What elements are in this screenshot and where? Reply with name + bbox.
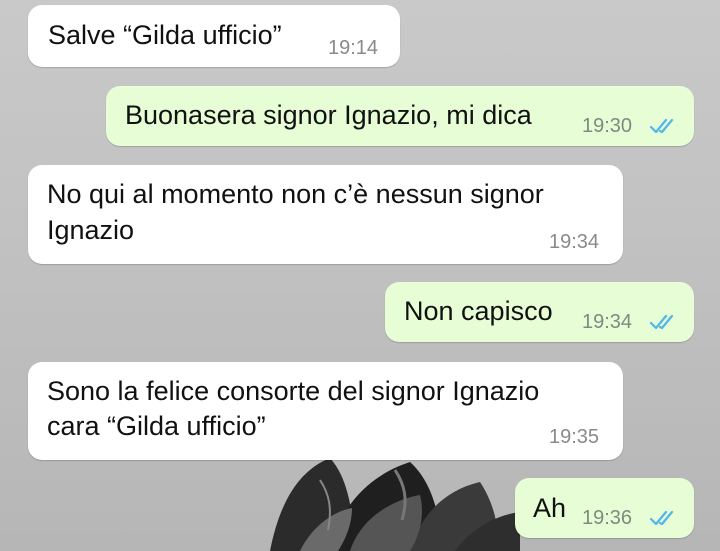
message-text: Salve “Gilda ufficio”	[48, 20, 282, 50]
message-outgoing[interactable]: Ah 19:36	[515, 478, 694, 538]
message-text-line: No qui al momento non c’è nessun signor	[47, 179, 544, 209]
message-timestamp: 19:34	[549, 231, 600, 253]
message-incoming[interactable]: No qui al momento non c’è nessun signor …	[28, 165, 623, 264]
dark-flower-wallpaper	[270, 458, 520, 551]
message-outgoing[interactable]: Buonasera signor Ignazio, mi dica 19:30	[106, 86, 694, 146]
chat-wallpaper	[270, 458, 520, 551]
message-text-line: cara “Gilda ufficio”	[47, 411, 266, 441]
double-check-icon	[649, 510, 674, 526]
message-timestamp: 19:30	[582, 115, 633, 137]
message-text-line: Sono la felice consorte del signor Ignaz…	[47, 376, 540, 406]
message-timestamp: 19:36	[582, 507, 633, 529]
message-text-line: Ignazio	[47, 215, 135, 245]
message-incoming[interactable]: Sono la felice consorte del signor Ignaz…	[28, 362, 623, 460]
message-timestamp: 19:34	[582, 311, 633, 333]
message-timestamp: 19:35	[549, 426, 600, 448]
message-outgoing[interactable]: Non capisco 19:34	[385, 282, 694, 342]
message-text: Ah	[533, 493, 567, 523]
message-timestamp: 19:14	[328, 37, 379, 59]
double-check-icon	[649, 314, 674, 330]
message-text: Buonasera signor Ignazio, mi dica	[125, 100, 532, 130]
message-text: Non capisco	[404, 296, 553, 326]
double-check-icon	[649, 118, 674, 134]
message-incoming[interactable]: Salve “Gilda ufficio” 19:14	[28, 5, 400, 67]
